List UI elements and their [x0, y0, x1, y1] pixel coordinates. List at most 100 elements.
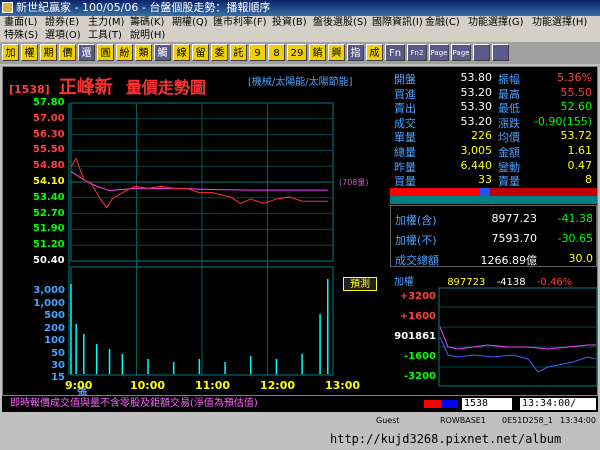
menu-item[interactable]: 證券(E): [45, 16, 79, 29]
chart-header: [1538] 正峰新 量價走勢圖: [9, 73, 206, 99]
toolbar: 加權期價還圓紛類觸線留委託9829銷興指成FnFn2Page UpPage Dn: [0, 42, 600, 74]
stock-category: [機械/太陽能/太陽節能]: [248, 77, 353, 88]
mini-index-header: 加權 897723 -4138 -0.46%: [394, 273, 594, 288]
quote-value: 53.20: [460, 114, 493, 128]
toolbar-button[interactable]: 29: [287, 44, 307, 61]
index-change: 30.0: [568, 252, 594, 265]
task-item: 13:34:00: [560, 416, 596, 425]
quote-label: 漲跌: [498, 116, 520, 130]
toolbar-button[interactable]: Page Up: [429, 44, 449, 74]
menu-item[interactable]: 盤後選股(S): [313, 16, 367, 29]
mini-tick: +1600: [399, 311, 436, 322]
mini-tick: +3200: [399, 291, 436, 302]
chart-subtitle: 量價走勢圖: [125, 78, 206, 97]
price-tick: 55.50: [33, 144, 65, 156]
quote-value: 53.30: [460, 100, 493, 114]
quote-value: 53.72: [560, 129, 593, 143]
index-change: -30.65: [557, 232, 593, 245]
menu-item[interactable]: 國際資訊(I): [372, 16, 423, 29]
menu-item[interactable]: 功能選擇(G): [468, 16, 524, 29]
toolbar-button[interactable]: 成: [366, 44, 383, 61]
app-icon: [2, 2, 13, 13]
price-tick: 52.70: [33, 207, 65, 219]
index-label: 加權(含): [395, 214, 437, 227]
quote-value: 226: [471, 129, 492, 143]
menu-item[interactable]: 籌碼(K): [130, 16, 164, 29]
price-tick: 51.20: [33, 239, 65, 251]
toolbar-button[interactable]: 加: [2, 44, 19, 61]
menu-item[interactable]: 主力(M): [88, 16, 124, 29]
watermark-url: http://kujd3268.pixnet.net/album: [330, 432, 562, 446]
index-value: 7593.70: [491, 232, 538, 245]
index-change: -41.38: [557, 212, 593, 225]
toolbar-button[interactable]: [492, 44, 509, 61]
index-table: 加權(含) 8977.23 -41.38 加權(不) 7593.70 -30.65 成交總額…: [390, 205, 597, 267]
time-tick: 11:00: [195, 379, 231, 392]
mini-tick: -1600: [404, 351, 436, 362]
quote-label: 總量: [394, 146, 416, 159]
menu-item[interactable]: 期權(Q): [172, 16, 208, 29]
menu-item[interactable]: 選項(O): [45, 29, 81, 42]
volume-tick: 15: [51, 372, 65, 383]
quote-value: 55.50: [560, 85, 593, 99]
quote-label: 買量: [394, 175, 416, 189]
mini-index-chart: [438, 287, 598, 387]
toolbar-button[interactable]: 8: [268, 44, 285, 61]
toolbar-button[interactable]: Fn2: [407, 44, 427, 61]
predict-button[interactable]: 預測: [343, 277, 377, 291]
stock-name: 正峰新: [58, 77, 113, 98]
toolbar-button[interactable]: Page Dn: [451, 44, 471, 74]
menu-item[interactable]: 說明(H): [130, 29, 165, 42]
toolbar-button[interactable]: 權: [21, 44, 38, 61]
menu-item[interactable]: 投資(B): [272, 16, 307, 29]
toolbar-button[interactable]: 觸: [154, 44, 171, 61]
ref-label: (708量): [339, 178, 369, 187]
status-bar: 即時報價成交值與量不含零股及鉅額交易(淨值為預估值) 1538 13:34:00…: [2, 396, 598, 412]
menu-item[interactable]: 功能選擇(H): [532, 16, 587, 29]
toolbar-button[interactable]: Fn: [385, 44, 405, 61]
status-code[interactable]: 1538: [462, 398, 512, 410]
toolbar-button[interactable]: 指: [347, 44, 364, 61]
status-color-box: [424, 400, 458, 408]
toolbar-button[interactable]: 託: [230, 44, 247, 61]
menu-item[interactable]: 特殊(S): [4, 29, 38, 42]
quote-label: 最低: [498, 102, 520, 116]
menu-item[interactable]: 工具(T): [88, 29, 122, 42]
price-tick: 57.00: [33, 112, 65, 124]
menu-item[interactable]: 畫面(L): [4, 16, 37, 29]
bid-ask-bar: [390, 188, 597, 204]
task-item: 0E51D258_1: [502, 416, 553, 425]
menu-item[interactable]: 金融(C): [425, 16, 460, 29]
quote-panel: 開盤 53.80 振幅 5.36% 買進 53.20 最高 55.50 賣出 53.30 最低 52.…: [388, 67, 599, 397]
toolbar-button[interactable]: 期: [40, 44, 57, 61]
quote-value: 53.80: [460, 71, 493, 84]
avg-line: [70, 170, 328, 192]
toolbar-button[interactable]: 委: [211, 44, 228, 61]
volume-tick: 50: [51, 348, 65, 359]
quote-value: 33: [478, 173, 492, 187]
toolbar-button[interactable]: 銷: [309, 44, 326, 61]
toolbar-button[interactable]: [473, 44, 490, 61]
toolbar-button[interactable]: 9: [249, 44, 266, 61]
quote-label: 賣量: [498, 175, 520, 189]
time-tick: 10:00: [130, 379, 166, 392]
menu-item[interactable]: 匯市利率(F): [213, 16, 267, 29]
toolbar-button[interactable]: 價: [59, 44, 76, 61]
quote-label: 賣出: [394, 102, 416, 116]
quote-value: 1.61: [567, 144, 593, 157]
price-tick: 54.80: [33, 160, 65, 172]
toolbar-button[interactable]: 還: [78, 44, 95, 61]
toolbar-button[interactable]: 紛: [116, 44, 133, 61]
quote-value: 3,005: [460, 144, 493, 157]
toolbar-button[interactable]: 圓: [97, 44, 114, 61]
toolbar-button[interactable]: 類: [135, 44, 152, 61]
price-tick: 54.10: [33, 176, 65, 187]
main-panel: [1538] 正峰新 量價走勢圖 [機械/太陽能/太陽節能] 57.80 57.0…: [2, 66, 599, 398]
status-note: 即時報價成交值與量不含零股及鉅額交易(淨值為預估值): [10, 398, 258, 409]
toolbar-button[interactable]: 留: [192, 44, 209, 61]
toolbar-button[interactable]: 興: [328, 44, 345, 61]
volume-tick: 3,000: [33, 285, 65, 296]
price-tick: 53.40: [33, 191, 65, 203]
toolbar-button[interactable]: 線: [173, 44, 190, 61]
price-tick: 50.40: [33, 255, 65, 266]
